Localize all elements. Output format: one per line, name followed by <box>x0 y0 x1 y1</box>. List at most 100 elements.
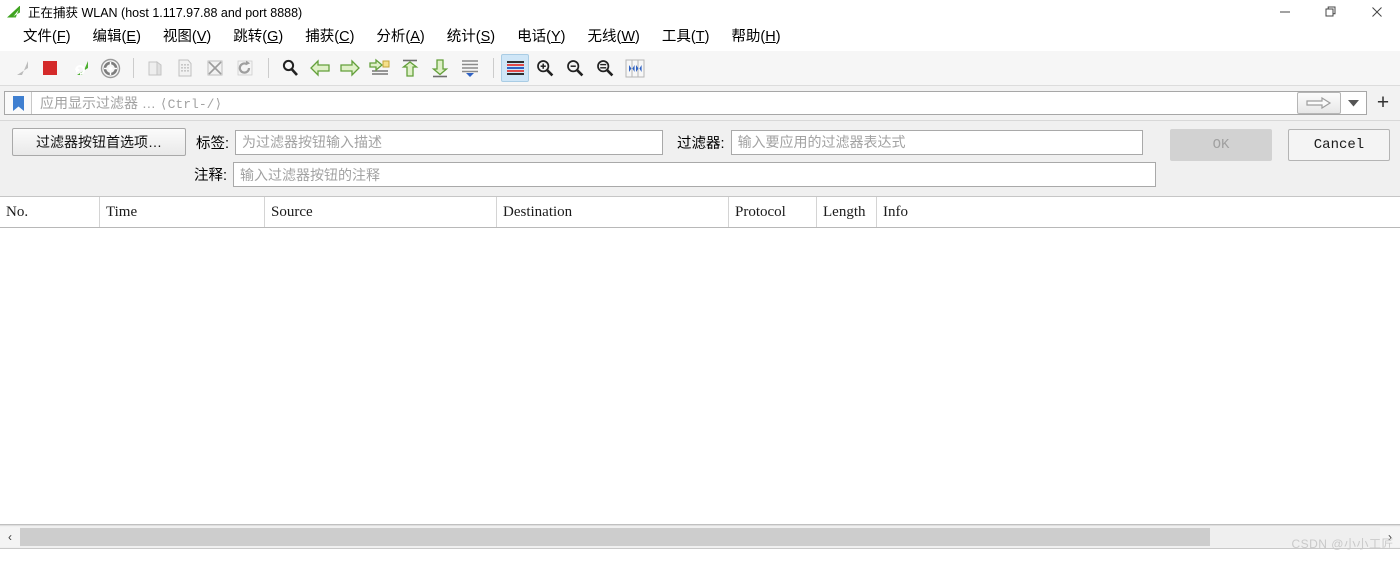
find-packet-icon[interactable] <box>276 54 304 82</box>
reload-file-icon[interactable] <box>231 54 259 82</box>
menu-item-file[interactable]: 文件(F) <box>12 25 82 49</box>
filter-button-editor-fields: 过滤器按钮首选项… 标签: 为过滤器按钮输入描述 过滤器: 输入要应用的过滤器表… <box>12 128 1156 187</box>
go-to-packet-icon[interactable] <box>366 54 394 82</box>
scroll-right-icon[interactable]: › <box>1380 527 1400 547</box>
label-caption: 标签: <box>196 135 230 152</box>
cancel-button[interactable]: Cancel <box>1288 129 1390 161</box>
apply-filter-button[interactable] <box>1297 92 1341 114</box>
go-to-first-icon[interactable] <box>396 54 424 82</box>
column-header-no[interactable]: No. <box>0 197 100 227</box>
menu-item-statistics[interactable]: 统计(S) <box>436 25 506 49</box>
comment-caption: 注释: <box>194 168 228 184</box>
filter-button-editor-actions: OK Cancel <box>1170 128 1390 161</box>
ok-button[interactable]: OK <box>1170 129 1272 161</box>
menu-mnemonic-go: G <box>267 29 279 45</box>
menu-item-capture[interactable]: 捕获(C) <box>294 25 365 49</box>
menu-bar: 文件(F) 编辑(E) 视图(V) 跳转(G) 捕获(C) 分析(A) 统计(S… <box>0 23 1400 51</box>
menu-mnemonic-file: F <box>56 29 66 45</box>
filter-button-preferences-button[interactable]: 过滤器按钮首选项… <box>12 128 186 156</box>
window-controls <box>1262 0 1400 23</box>
capture-options-icon[interactable] <box>96 54 124 82</box>
arrow-right-icon <box>1306 97 1332 109</box>
save-file-icon[interactable] <box>171 54 199 82</box>
menu-item-help[interactable]: 帮助(H) <box>720 25 791 49</box>
display-filter-bar: 应用显示过滤器 … ⟨Ctrl-/⟩ + <box>0 86 1400 121</box>
stop-capture-icon[interactable] <box>36 54 64 82</box>
menu-label-view: 视图 <box>162 29 192 45</box>
main-toolbar <box>0 51 1400 86</box>
menu-label-telephony: 电话 <box>517 29 547 45</box>
go-to-last-icon[interactable] <box>426 54 454 82</box>
title-bar: 正在捕获 WLAN (host 1.117.97.88 and port 888… <box>0 0 1400 23</box>
column-header-info[interactable]: Info <box>877 197 1400 227</box>
column-header-protocol[interactable]: Protocol <box>729 197 817 227</box>
packet-list-rows[interactable] <box>0 228 1400 524</box>
display-filter-input[interactable]: 应用显示过滤器 … ⟨Ctrl-/⟩ <box>4 91 1367 115</box>
restore-icon[interactable] <box>1308 0 1354 23</box>
add-filter-button-button[interactable]: + <box>1370 90 1396 116</box>
display-filter-placeholder-text: 应用显示过滤器 … <box>40 95 156 111</box>
packet-list-panel: No. Time Source Destination Protocol Len… <box>0 197 1400 525</box>
open-file-icon[interactable] <box>141 54 169 82</box>
menu-item-edit[interactable]: 编辑(E) <box>82 25 152 49</box>
start-capture-icon[interactable] <box>6 54 34 82</box>
display-filter-controls <box>1297 92 1366 114</box>
close-icon[interactable] <box>1354 0 1400 23</box>
menu-label-file: 文件 <box>23 29 52 45</box>
filter-dropdown-button[interactable] <box>1343 92 1363 114</box>
scrollbar-track[interactable] <box>20 528 1380 546</box>
column-header-time[interactable]: Time <box>100 197 265 227</box>
menu-item-view[interactable]: 视图(V) <box>152 25 222 49</box>
menu-label-tools: 工具 <box>661 29 691 45</box>
filter-button-label-row: 过滤器按钮首选项… 标签: 为过滤器按钮输入描述 过滤器: 输入要应用的过滤器表… <box>12 128 1156 156</box>
minimize-icon[interactable] <box>1262 0 1308 23</box>
packet-list-header: No. Time Source Destination Protocol Len… <box>0 197 1400 228</box>
menu-mnemonic-view: V <box>196 29 207 45</box>
scroll-left-icon[interactable]: ‹ <box>0 527 20 547</box>
menu-mnemonic-capture: C <box>339 29 350 45</box>
menu-item-wireless[interactable]: 无线(W) <box>576 25 650 49</box>
menu-label-wireless: 无线 <box>587 29 617 45</box>
window-title: 正在捕获 WLAN (host 1.117.97.88 and port 888… <box>28 6 303 20</box>
menu-label-capture: 捕获 <box>305 29 335 45</box>
menu-label-analyze: 分析 <box>376 29 406 45</box>
close-file-icon[interactable] <box>201 54 229 82</box>
menu-label-go: 跳转 <box>233 29 263 45</box>
filter-button-editor: 过滤器按钮首选项… 标签: 为过滤器按钮输入描述 过滤器: 输入要应用的过滤器表… <box>0 121 1400 197</box>
restart-capture-icon[interactable] <box>66 54 94 82</box>
filter-caption: 过滤器: <box>677 135 725 152</box>
menu-item-analyze[interactable]: 分析(A) <box>365 25 435 49</box>
bookmark-icon[interactable] <box>5 92 32 114</box>
filter-button-label-input[interactable]: 为过滤器按钮输入描述 <box>235 129 664 155</box>
resize-columns-icon[interactable] <box>621 54 649 82</box>
menu-mnemonic-analyze: A <box>410 29 420 45</box>
column-header-source[interactable]: Source <box>265 197 497 227</box>
menu-label-help: 帮助 <box>731 29 761 45</box>
wireshark-fin-icon <box>6 4 22 20</box>
zoom-in-icon[interactable] <box>531 54 559 82</box>
menu-item-tools[interactable]: 工具(T) <box>651 25 721 49</box>
toolbar-separator-1 <box>133 58 134 78</box>
go-back-icon[interactable] <box>306 54 334 82</box>
filter-button-comment-row: 注释: 输入过滤器按钮的注释 <box>12 162 1156 187</box>
status-bar <box>0 548 1400 557</box>
filter-button-comment-input[interactable]: 输入过滤器按钮的注释 <box>233 162 1156 187</box>
colorize-packets-icon[interactable] <box>501 54 529 82</box>
toolbar-separator-2 <box>268 58 269 78</box>
auto-scroll-icon[interactable] <box>456 54 484 82</box>
horizontal-scrollbar[interactable]: ‹ › <box>0 525 1400 548</box>
scrollbar-thumb[interactable] <box>20 528 1210 546</box>
menu-label-statistics: 统计 <box>446 29 476 45</box>
filter-button-filter-input[interactable]: 输入要应用的过滤器表达式 <box>730 129 1143 155</box>
menu-mnemonic-tools: T <box>695 29 705 45</box>
menu-item-go[interactable]: 跳转(G) <box>222 25 294 49</box>
go-forward-icon[interactable] <box>336 54 364 82</box>
menu-item-telephony[interactable]: 电话(Y) <box>506 25 576 49</box>
display-filter-placeholder: 应用显示过滤器 … ⟨Ctrl-/⟩ <box>32 93 222 113</box>
column-header-destination[interactable]: Destination <box>497 197 729 227</box>
menu-mnemonic-statistics: S <box>480 29 491 45</box>
display-filter-shortcut-hint: ⟨Ctrl-/⟩ <box>159 97 223 112</box>
column-header-length[interactable]: Length <box>817 197 877 227</box>
zoom-out-icon[interactable] <box>561 54 589 82</box>
zoom-reset-icon[interactable] <box>591 54 619 82</box>
